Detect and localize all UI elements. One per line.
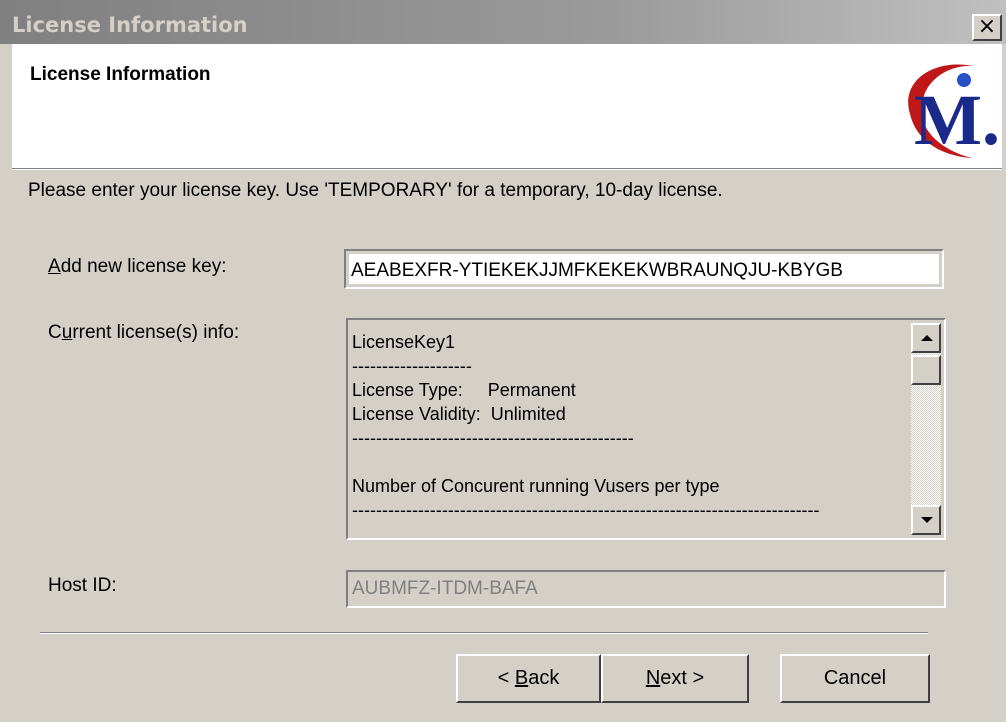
license-info-line: License Validity: Unlimited	[352, 404, 566, 424]
window-title: License Information	[12, 13, 248, 37]
license-info-box[interactable]: LicenseKey1 -------------------- License…	[346, 318, 946, 540]
license-info-line: LicenseKey1	[352, 332, 456, 352]
license-info-line: License Type: Permanent	[352, 380, 576, 400]
cancel-button[interactable]: Cancel	[780, 654, 930, 703]
next-button[interactable]: Next >	[601, 654, 749, 703]
title-bar: License Information ×	[0, 0, 1006, 44]
license-info-line: ----------------------------------------…	[352, 500, 820, 520]
license-info-line	[352, 450, 908, 474]
vertical-scrollbar[interactable]	[911, 323, 941, 535]
license-info-line: Number of Concurent running Vusers per t…	[352, 476, 720, 496]
new-key-field-frame	[344, 249, 944, 289]
back-button[interactable]: < Back	[456, 654, 601, 703]
host-id-field: AUBMFZ-ITDM-BAFA	[346, 570, 946, 608]
new-key-label: Add new license key:	[48, 256, 227, 277]
scrollbar-thumb[interactable]	[911, 355, 941, 385]
host-id-label: Host ID:	[48, 575, 117, 596]
close-icon: ×	[977, 14, 997, 39]
wizard-header: License Information M.	[12, 44, 1002, 168]
license-info-line: ----------------------------------------…	[352, 428, 634, 448]
button-separator	[40, 632, 928, 634]
logo-letter: M.	[914, 80, 1000, 160]
current-info-label: Current license(s) info:	[48, 322, 240, 343]
mercury-m-logo-icon: M.	[908, 64, 1000, 160]
scroll-up-button[interactable]	[911, 323, 941, 353]
license-info-text: LicenseKey1 -------------------- License…	[352, 330, 908, 522]
license-key-input[interactable]	[349, 254, 939, 284]
host-id-value: AUBMFZ-ITDM-BAFA	[352, 578, 538, 599]
scroll-down-button[interactable]	[911, 505, 941, 535]
instruction-text: Please enter your license key. Use 'TEMP…	[28, 180, 723, 201]
header-separator	[12, 168, 1002, 170]
scroll-up-arrow-icon	[921, 335, 933, 341]
license-info-line: --------------------	[352, 356, 472, 376]
close-button[interactable]: ×	[972, 14, 1002, 41]
page-title: License Information	[30, 64, 211, 85]
scroll-down-arrow-icon	[921, 517, 933, 523]
